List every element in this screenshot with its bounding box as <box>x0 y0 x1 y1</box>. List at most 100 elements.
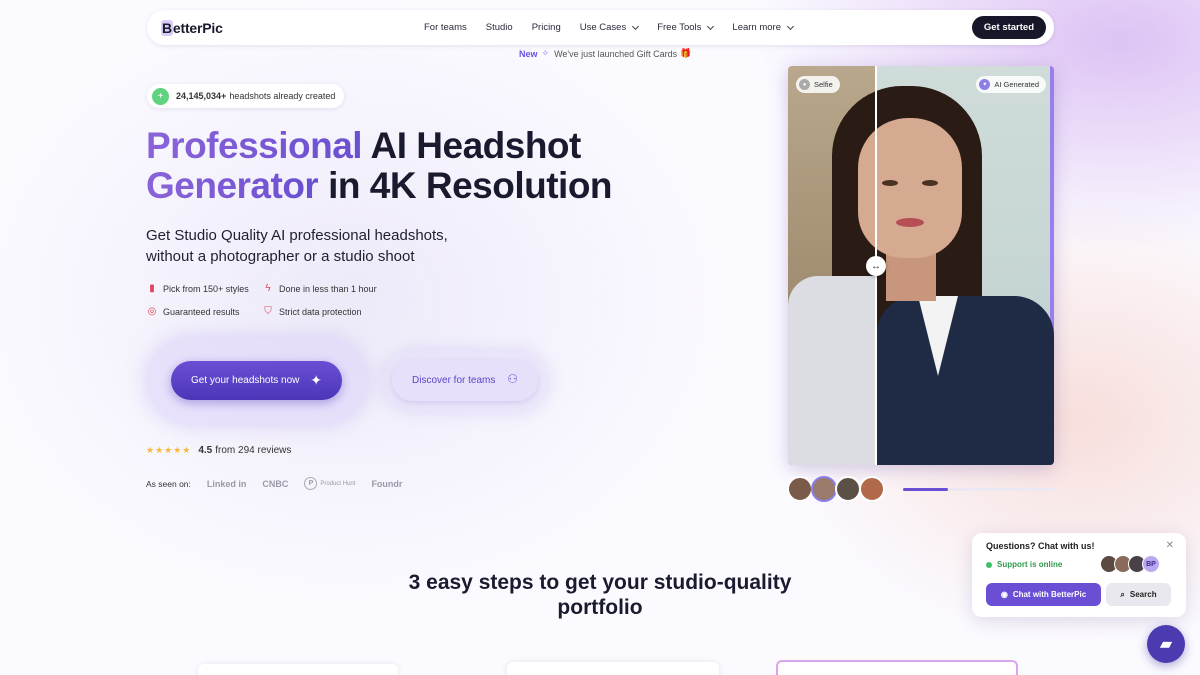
thumbnail[interactable] <box>859 476 885 502</box>
headshot-count-badge: + 24,145,034+ headshots already created <box>147 84 345 108</box>
headshot-count: 24,145,034+ <box>176 91 227 101</box>
nav-link-studio[interactable]: Studio <box>486 22 513 33</box>
headshot-count-text: headshots already created <box>229 91 336 101</box>
plus-icon: + <box>152 87 169 105</box>
chat-search-button[interactable]: ⌕ Search <box>1106 583 1171 606</box>
feature-speed: ϟ Done in less than 1 hour <box>263 283 377 294</box>
title-accent-1: Professional <box>146 125 363 166</box>
announcement-bar[interactable]: New ✧ We've just launched Gift Cards 🎁 <box>519 48 691 59</box>
shield-icon: ⛉ <box>264 306 272 317</box>
logo-text: etterPic <box>172 20 223 36</box>
avatar: BP <box>1142 555 1160 573</box>
nav-link-learn-more-label: Learn more <box>732 22 781 33</box>
team-icon: ⚇ <box>507 372 518 386</box>
chat-button-label: Chat with BetterPic <box>1012 590 1087 599</box>
rating-text: from 294 reviews <box>215 445 292 456</box>
nav-link-use-cases[interactable]: Use Cases <box>579 22 640 33</box>
nav-links: For teams Studio Pricing Use Cases Free … <box>424 10 812 45</box>
slider-handle-icon[interactable]: ↔ <box>866 256 886 276</box>
portrait-jacket <box>876 296 1054 465</box>
portrait-lips <box>896 218 924 227</box>
hero-subtitle: Get Studio Quality AI professional heads… <box>146 227 448 265</box>
search-button-label: Search <box>1129 590 1157 599</box>
chat-bubble-icon: ◉ <box>1000 590 1008 599</box>
close-icon[interactable]: ✕ <box>1166 540 1174 551</box>
product-hunt-text: Product Hunt <box>320 480 356 487</box>
rating: ★★★★★ 4.5 from 294 reviews <box>146 445 291 456</box>
chevron-down-icon <box>707 22 715 30</box>
step-card <box>776 660 1018 675</box>
feature-privacy: ⛉ Strict data protection <box>263 306 362 317</box>
get-started-button[interactable]: Get started <box>971 16 1046 39</box>
feature-label: Guaranteed results <box>163 306 240 317</box>
feature-styles: ▮ Pick from 150+ styles <box>147 283 249 294</box>
portrait-thumbnails <box>787 476 885 502</box>
new-label: New <box>519 48 538 59</box>
title-rest-1: AI Headshot <box>362 125 581 166</box>
gift-icon: 🎁 <box>680 48 692 58</box>
discover-teams-button[interactable]: Discover for teams ⚇ <box>392 360 538 401</box>
chat-with-betterpic-button[interactable]: ◉ Chat with BetterPic <box>986 583 1101 606</box>
thumbnail[interactable] <box>835 476 861 502</box>
ai-generated-tag: ✦ AI Generated <box>976 76 1046 93</box>
slideshow-progress <box>903 488 1054 491</box>
camera-icon: ● <box>799 79 810 90</box>
support-avatars: BP <box>1100 555 1160 573</box>
as-seen-on-label: As seen on: <box>146 478 191 489</box>
feature-label: Done in less than 1 hour <box>279 283 377 294</box>
page-title: Professional AI Headshot Generator in 4K… <box>146 125 613 206</box>
nav-link-learn-more[interactable]: Learn more <box>732 22 795 33</box>
chat-launcher-icon[interactable]: ▰ <box>1147 625 1185 663</box>
steps-heading: 3 easy steps to get your studio-quality … <box>408 571 792 619</box>
chat-status-text: Support is online <box>997 560 1063 569</box>
ai-icon: ✦ <box>979 79 991 90</box>
award-icon: ◎ <box>147 306 157 317</box>
nav-link-use-cases-label: Use Cases <box>579 22 627 33</box>
step-card <box>507 662 719 675</box>
selfie-tag: ● Selfie <box>796 76 840 93</box>
chat-status: Support is online <box>986 560 1062 569</box>
ai-generated-tag-label: AI Generated <box>994 80 1039 89</box>
portrait-face <box>858 118 962 258</box>
cnbc-logo: CNBC <box>262 478 289 489</box>
get-headshots-button[interactable]: Get your headshots now ✦ <box>171 361 342 400</box>
chat-title: Questions? Chat with us! <box>986 541 1095 551</box>
feature-guarantee: ◎ Guaranteed results <box>147 306 240 317</box>
discover-teams-label: Discover for teams <box>412 375 496 386</box>
chevron-down-icon <box>632 22 640 30</box>
lightning-icon: ϟ <box>265 283 271 294</box>
thumbnail[interactable] <box>787 476 813 502</box>
palette-icon: ▮ <box>149 283 155 294</box>
sparkle-icon: ✦ <box>310 372 322 388</box>
nav-link-free-tools[interactable]: Free Tools <box>657 22 715 33</box>
slideshow-progress-fill <box>903 488 949 491</box>
nav-link-for-teams[interactable]: For teams <box>424 22 467 33</box>
as-seen-on: As seen on: Linked in CNBC P Product Hunt… <box>146 477 402 490</box>
portrait-eye <box>882 180 898 186</box>
star-rating-icon: ★★★★★ <box>146 445 192 455</box>
nav-link-pricing[interactable]: Pricing <box>532 22 561 33</box>
top-nav: BetterPic For teams Studio Pricing Use C… <box>147 10 1054 45</box>
announcement-text: We've just launched Gift Cards <box>554 48 678 59</box>
title-rest-2: in 4K Resolution <box>318 165 613 206</box>
feature-label: Pick from 150+ styles <box>163 283 249 294</box>
foundr-logo: Foundr <box>371 478 403 489</box>
portrait-selfie-shirt <box>788 276 876 465</box>
online-dot-icon <box>986 561 992 568</box>
sparkle-icon: ✧ <box>541 48 550 58</box>
portrait-neck <box>886 251 936 301</box>
step-card <box>198 664 398 675</box>
product-hunt-logo: P Product Hunt <box>304 477 355 490</box>
logo[interactable]: BetterPic <box>161 19 223 37</box>
linkedin-logo: Linked in <box>206 478 247 489</box>
chevron-down-icon <box>786 22 795 30</box>
get-headshots-label: Get your headshots now <box>191 375 300 386</box>
product-hunt-icon: P <box>304 477 318 490</box>
thumbnail[interactable] <box>811 476 837 502</box>
before-after-slider[interactable]: ↔ ● Selfie ✦ AI Generated <box>788 66 1054 465</box>
title-accent-2: Generator <box>146 165 319 206</box>
selfie-tag-label: Selfie <box>814 80 833 89</box>
portrait-eye <box>922 180 938 186</box>
feature-label: Strict data protection <box>279 306 362 317</box>
search-icon: ⌕ <box>1120 589 1125 599</box>
